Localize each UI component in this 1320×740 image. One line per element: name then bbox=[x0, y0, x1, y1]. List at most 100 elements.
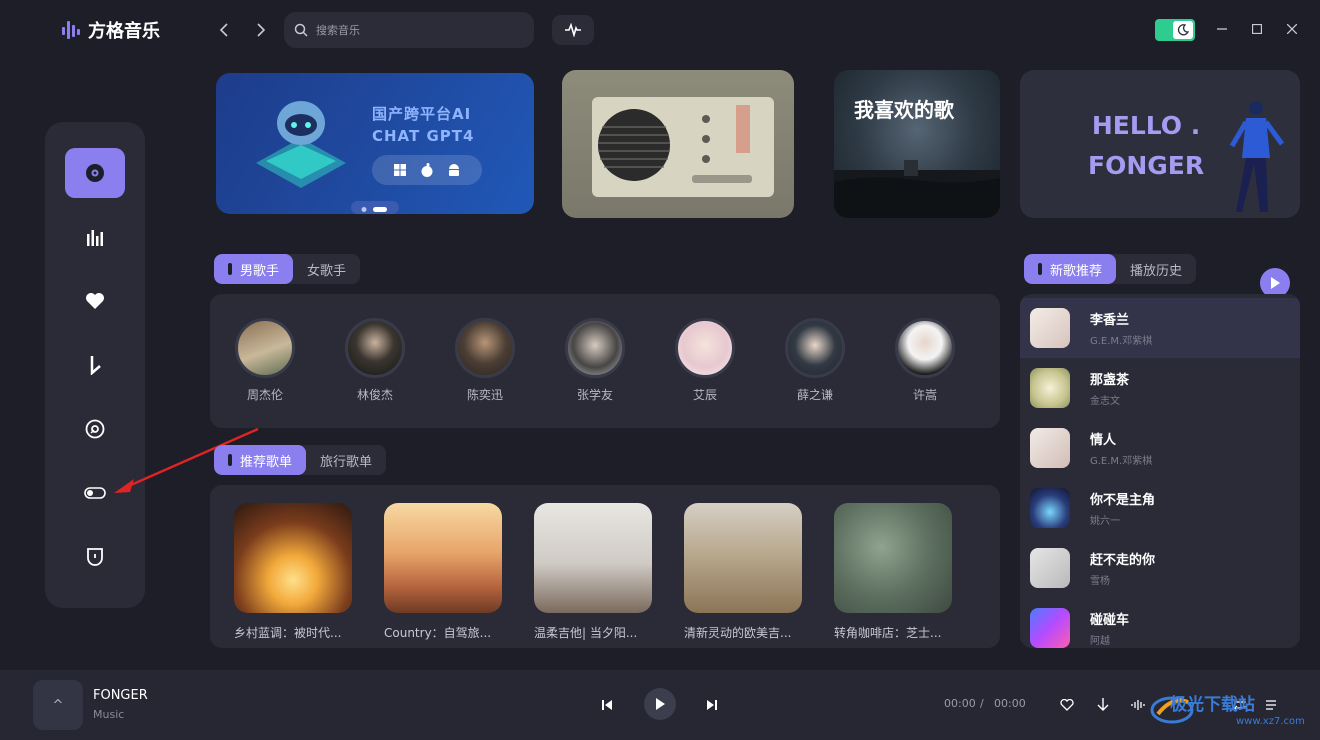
download-arrow-icon bbox=[90, 356, 101, 375]
disc-icon bbox=[85, 419, 105, 439]
now-playing-cover[interactable]: ^ bbox=[33, 680, 83, 730]
download-icon bbox=[1097, 698, 1109, 711]
tab-female-singers[interactable]: 女歌手 bbox=[293, 254, 360, 284]
search-box[interactable] bbox=[284, 12, 534, 48]
audio-wave-button[interactable] bbox=[552, 15, 594, 45]
now-playing-subtitle: Music bbox=[93, 708, 125, 721]
banner-ai-promo[interactable]: 国产跨平台AI CHAT GPT4 bbox=[216, 73, 534, 214]
android-icon bbox=[449, 164, 460, 176]
ai-banner-line2: CHAT GPT4 bbox=[372, 127, 475, 145]
carousel-dots bbox=[361, 207, 387, 212]
playlist-card[interactable]: Country：自驾旅... bbox=[384, 503, 502, 641]
song-artist: G.E.M.邓紫棋 bbox=[1090, 336, 1153, 347]
artist-card[interactable]: 林俊杰 bbox=[335, 318, 415, 403]
windows-icon bbox=[393, 164, 406, 176]
close-icon bbox=[1287, 24, 1297, 34]
song-row[interactable]: 情人 G.E.M.邓紫棋 bbox=[1020, 418, 1300, 478]
equalizer-button[interactable] bbox=[1127, 694, 1149, 716]
chevron-right-icon bbox=[257, 23, 266, 37]
playlist-queue-button[interactable] bbox=[1262, 694, 1284, 716]
song-list: 李香兰 G.E.M.邓紫棋 那盏茶 金志文 情人 G.E.M.邓紫棋 你不是主角 姚六一… bbox=[1020, 294, 1300, 648]
artist-card[interactable]: 张学友 bbox=[555, 318, 635, 403]
sidebar-item-favorites[interactable] bbox=[65, 276, 125, 326]
artist-card[interactable]: 薛之谦 bbox=[775, 318, 855, 403]
knob bbox=[702, 115, 710, 123]
skip-forward-icon bbox=[707, 700, 717, 710]
artist-avatar bbox=[675, 318, 735, 378]
playlist-panel: 乡村蓝调：被时代... Country：自驾旅... 温柔吉他| 当夕阳... … bbox=[210, 485, 1000, 648]
artist-card[interactable]: 陈奕迅 bbox=[445, 318, 525, 403]
sidebar-item-discover[interactable] bbox=[65, 148, 125, 198]
heart-outline-icon bbox=[1060, 699, 1074, 711]
artist-name: 陈奕迅 bbox=[466, 388, 503, 402]
pulse-icon bbox=[565, 23, 581, 37]
back-button[interactable] bbox=[214, 20, 234, 40]
previous-button[interactable] bbox=[596, 694, 618, 716]
song-artist: 雪杨 bbox=[1090, 576, 1110, 587]
song-cover bbox=[1030, 428, 1070, 468]
sidebar-item-chat[interactable] bbox=[65, 532, 125, 582]
maximize-button[interactable] bbox=[1248, 20, 1266, 38]
walking-man-illustration bbox=[1229, 101, 1285, 212]
chat-bubble-icon bbox=[87, 548, 103, 566]
playlist-name: 温柔吉他| 当夕阳... bbox=[534, 626, 638, 640]
playlist-cover bbox=[684, 503, 802, 613]
play-pause-button[interactable] bbox=[644, 688, 676, 720]
tab-male-singers[interactable]: 男歌手 bbox=[214, 254, 294, 284]
download-button[interactable] bbox=[1092, 694, 1114, 716]
sidebar-item-charts[interactable] bbox=[65, 212, 125, 262]
close-button[interactable] bbox=[1283, 20, 1301, 38]
song-title: 赶不走的你 bbox=[1090, 553, 1156, 568]
search-input[interactable] bbox=[316, 23, 516, 37]
hello-title: HELLO . FONGER bbox=[1088, 106, 1204, 186]
next-button[interactable] bbox=[701, 694, 723, 716]
night-sea-illustration bbox=[834, 160, 1000, 218]
artist-card[interactable]: 许嵩 bbox=[885, 318, 965, 403]
playlist-card[interactable]: 清新灵动的欧美吉... bbox=[684, 503, 802, 641]
song-row[interactable]: 碰碰车 阿越 bbox=[1020, 598, 1300, 648]
tab-travel-playlists[interactable]: 旅行歌单 bbox=[306, 445, 386, 475]
watermark-url: www.xz7.com bbox=[1236, 716, 1305, 727]
player-bar: ^ FONGER Music 00:00 / 00:00 bbox=[0, 670, 1320, 740]
like-button[interactable] bbox=[1056, 694, 1078, 716]
current-time: 00:00 bbox=[944, 697, 976, 710]
app-logo: 方格音乐 bbox=[62, 17, 160, 43]
sidebar-item-downloads[interactable] bbox=[65, 340, 125, 390]
playlist-cover bbox=[384, 503, 502, 613]
song-row[interactable]: 你不是主角 姚六一 bbox=[1020, 478, 1300, 538]
dark-mode-toggle[interactable] bbox=[1155, 19, 1195, 41]
song-row[interactable]: 那盏茶 金志文 bbox=[1020, 358, 1300, 418]
song-title: 李香兰 bbox=[1090, 313, 1130, 328]
song-cover bbox=[1030, 488, 1070, 528]
artist-card[interactable]: 艾辰 bbox=[665, 318, 745, 403]
playlist-card[interactable]: 乡村蓝调：被时代... bbox=[234, 503, 352, 641]
banner-favorites[interactable]: 我喜欢的歌 bbox=[834, 70, 1000, 218]
total-time: 00:00 bbox=[994, 697, 1026, 710]
banner-radio[interactable] bbox=[562, 70, 794, 218]
artist-avatar bbox=[565, 318, 625, 378]
hello-line2: FONGER bbox=[1088, 151, 1205, 180]
artist-name: 林俊杰 bbox=[356, 388, 393, 402]
carousel-indicator[interactable] bbox=[351, 201, 399, 214]
tab-recommended-playlists[interactable]: 推荐歌单 bbox=[214, 445, 307, 475]
minimize-button[interactable] bbox=[1213, 20, 1231, 38]
playlist-card[interactable]: 温柔吉他| 当夕阳... bbox=[534, 503, 652, 641]
song-row[interactable]: 赶不走的你 雪杨 bbox=[1020, 538, 1300, 598]
app-name: 方格音乐 bbox=[88, 21, 160, 42]
artist-card[interactable]: 周杰伦 bbox=[225, 318, 305, 403]
time-separator: / bbox=[980, 697, 984, 710]
artist-avatar bbox=[235, 318, 295, 378]
chevron-left-icon bbox=[219, 23, 228, 37]
now-playing-title: FONGER bbox=[93, 688, 148, 703]
skip-back-icon bbox=[602, 700, 612, 710]
song-cover bbox=[1030, 548, 1070, 588]
artist-name: 许嵩 bbox=[912, 388, 937, 402]
playlist-card[interactable]: 转角咖啡店：芝士... bbox=[834, 503, 952, 641]
dial-panel bbox=[736, 105, 750, 153]
song-row[interactable]: 李香兰 G.E.M.邓紫棋 bbox=[1020, 298, 1300, 358]
tab-play-history[interactable]: 播放历史 bbox=[1116, 254, 1196, 284]
tab-new-songs[interactable]: 新歌推荐 bbox=[1024, 254, 1117, 284]
forward-button[interactable] bbox=[251, 20, 271, 40]
robot-illustration bbox=[256, 101, 346, 188]
banner-hello-fonger[interactable]: HELLO . FONGER bbox=[1020, 70, 1300, 218]
